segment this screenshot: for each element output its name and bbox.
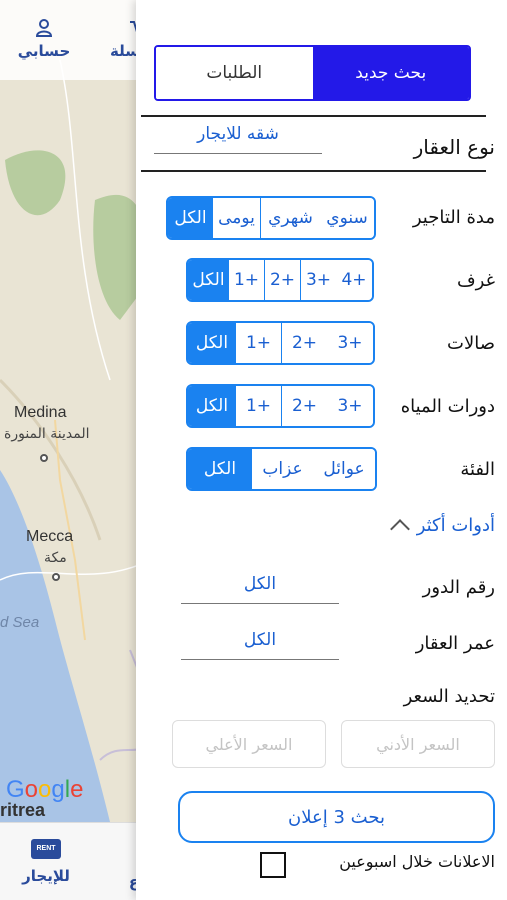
two-weeks-checkbox[interactable] (260, 852, 286, 878)
city-label-medina-ar: المدينة المنورة (4, 426, 90, 442)
price-max-input[interactable]: السعر الأعلي (172, 720, 326, 768)
price-min-input[interactable]: السعر الأدني (341, 720, 495, 768)
tab-rent-label: للإيجار (22, 867, 70, 885)
city-marker-mecca (52, 573, 60, 581)
divider-top (141, 115, 486, 117)
bathrooms-1plus[interactable]: 1+ (235, 386, 281, 426)
rooms-1plus[interactable]: 1+ (228, 260, 264, 300)
rooms-segmented: 4+ 3+ 2+ 1+ الكل (186, 258, 374, 302)
rent-period-monthly[interactable]: شهري (260, 198, 320, 238)
rent-badge-text: RENT (36, 845, 56, 852)
halls-1plus[interactable]: 1+ (235, 323, 281, 363)
age-field[interactable]: الكل (181, 630, 339, 660)
user-icon (35, 19, 53, 37)
rent-period-segmented: سنوي شهري يومى الكل (166, 196, 376, 240)
sea-label: d Sea (0, 614, 40, 631)
floor-label: رقم الدور (422, 577, 495, 598)
rent-period-daily[interactable]: يومى (212, 198, 260, 238)
city-label-medina: Medina (14, 404, 67, 421)
filter-panel: الطلبات بحث جديد نوع العقار شقه للايجار … (136, 0, 507, 900)
rooms-2plus[interactable]: 2+ (264, 260, 300, 300)
city-marker-medina (40, 454, 48, 462)
chevron-up-icon (389, 518, 410, 539)
halls-label: صالات (447, 333, 495, 354)
tab-rent[interactable]: RENT للإيجار (12, 839, 80, 885)
rooms-label: غرف (456, 270, 495, 291)
rent-bus-icon: RENT (31, 839, 61, 859)
divider-property (141, 170, 486, 172)
category-singles[interactable]: عزاب (251, 449, 313, 489)
top-tabs: الطلبات بحث جديد (154, 45, 471, 101)
tab-new-search[interactable]: بحث جديد (312, 47, 469, 99)
top-nav: حسابي سلة (0, 0, 150, 80)
category-families[interactable]: عوائل (313, 449, 375, 489)
nav-account-label: حسابي (17, 42, 71, 60)
bathrooms-segmented: 3+ 2+ 1+ الكل (186, 384, 375, 428)
more-tools-toggle[interactable]: أدوات أكثر (389, 515, 495, 539)
bathrooms-all[interactable]: الكل (188, 386, 235, 426)
rooms-3plus[interactable]: 3+ (300, 260, 336, 300)
search-button[interactable]: بحث 3 إعلان (178, 791, 495, 843)
halls-segmented: 3+ 2+ 1+ الكل (186, 321, 375, 365)
rooms-4plus[interactable]: 4+ (336, 260, 372, 300)
bathrooms-3plus[interactable]: 3+ (327, 386, 373, 426)
halls-2plus[interactable]: 2+ (281, 323, 327, 363)
halls-all[interactable]: الكل (188, 323, 235, 363)
two-weeks-label: الاعلانات خلال اسبوعين (339, 852, 495, 871)
price-label: تحديد السعر (403, 686, 495, 707)
category-label: الفئة (460, 459, 495, 480)
rent-period-label: مدة التاجير (412, 207, 495, 228)
rooms-all[interactable]: الكل (188, 260, 228, 300)
floor-field[interactable]: الكل (181, 574, 339, 604)
map-view[interactable]: Medina المدينة المنورة Mecca مكة d Sea G… (0, 0, 150, 822)
property-type-field[interactable]: شقه للايجار (154, 124, 322, 154)
city-label-mecca-ar: مكة (44, 550, 67, 566)
tab-bar: RENT للإيجار ع (0, 822, 150, 900)
halls-3plus[interactable]: 3+ (327, 323, 373, 363)
country-label-eritrea: ritrea (0, 800, 46, 820)
property-type-label: نوع العقار (413, 135, 495, 159)
age-label: عمر العقار (415, 633, 495, 654)
category-segmented: عوائل عزاب الكل (186, 447, 377, 491)
bathrooms-label: دورات المياه (400, 396, 495, 417)
more-tools-label: أدوات أكثر (416, 515, 495, 536)
category-all[interactable]: الكل (188, 449, 251, 489)
rent-period-yearly[interactable]: سنوي (320, 198, 374, 238)
bathrooms-2plus[interactable]: 2+ (281, 386, 327, 426)
rent-period-all[interactable]: الكل (168, 198, 212, 238)
nav-account[interactable]: حسابي (12, 18, 76, 60)
city-label-mecca: Mecca (26, 528, 74, 545)
tab-requests[interactable]: الطلبات (156, 47, 313, 99)
